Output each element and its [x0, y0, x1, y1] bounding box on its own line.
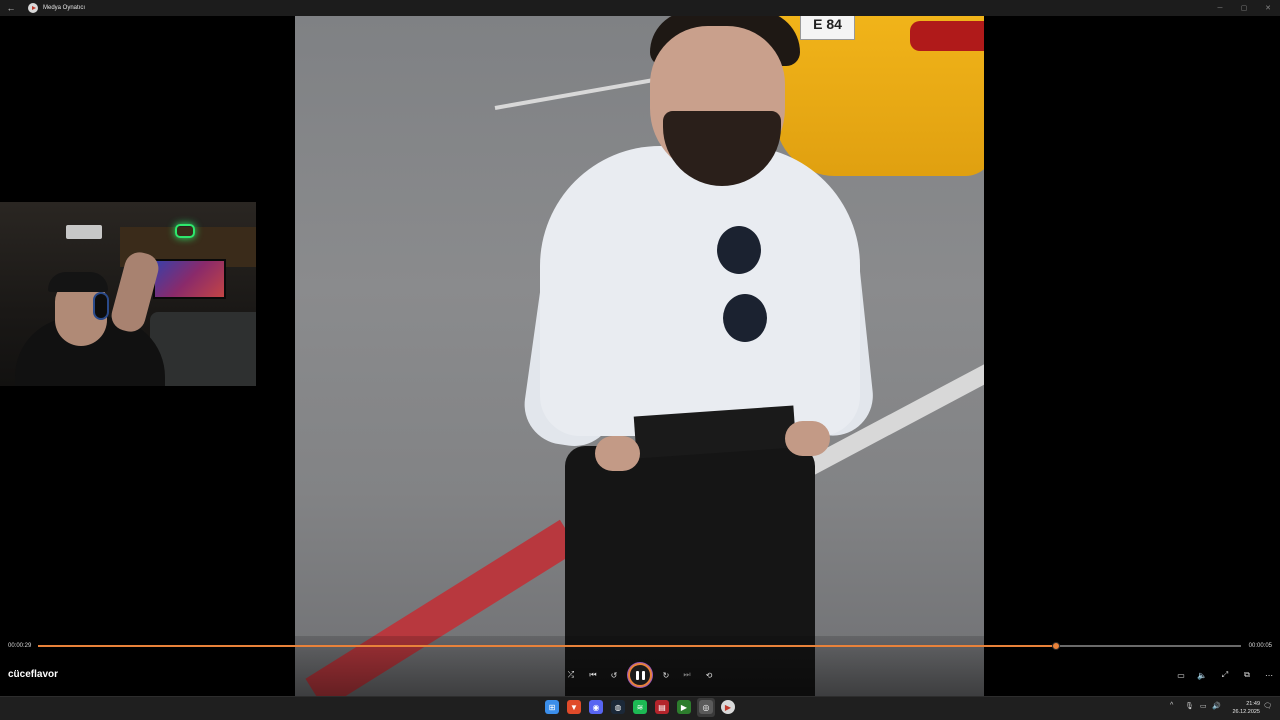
steam-icon[interactable]: ◍ [611, 700, 625, 714]
obs-icon[interactable]: ◎ [699, 700, 713, 714]
miniplayer-button[interactable]: ⧉ [1239, 667, 1255, 683]
taxi-tail-light [910, 21, 984, 51]
webcam-monitor [153, 259, 226, 299]
person-right-hand [785, 421, 830, 456]
volume-icon: 🔈 [1197, 670, 1207, 680]
minimize-button[interactable]: ─ [1208, 0, 1232, 16]
close-button[interactable]: ✕ [1256, 0, 1280, 16]
webcam-neon-controller-sign [175, 224, 195, 238]
window-controls: ─ ▢ ✕ [1208, 0, 1280, 16]
back-button[interactable]: ← [0, 0, 22, 16]
media-title: cüceflavor [8, 669, 59, 680]
forward-icon: ↻ [662, 670, 670, 680]
webcam-air-conditioner [66, 225, 102, 239]
tray-overflow-chevron[interactable]: ^ [1170, 702, 1173, 709]
next-button[interactable]: ⏭ [679, 667, 695, 683]
subtitles-button[interactable]: ▭ [1173, 667, 1189, 683]
total-time: 00:00:05 [1248, 643, 1272, 649]
seek-bar-thumb[interactable] [1051, 642, 1060, 650]
previous-icon: ⏮ [589, 670, 597, 679]
windows-start-icon[interactable]: ⊞ [545, 700, 559, 714]
media-icon[interactable]: ▶ [677, 700, 691, 714]
close-icon: ✕ [1265, 5, 1271, 12]
webcam-overlay [0, 202, 256, 386]
more-icon: ⋯ [1265, 670, 1273, 680]
rewind-icon: ↺ [610, 670, 618, 680]
subtitles-icon: ▭ [1177, 670, 1185, 680]
seek-bar[interactable] [38, 642, 1241, 650]
maximize-icon: ▢ [1240, 5, 1248, 12]
taxi-plate: E 84 [800, 16, 855, 40]
volume-button[interactable]: 🔈 [1194, 667, 1210, 683]
miniplayer-icon: ⧉ [1244, 670, 1250, 679]
next-icon: ⏭ [683, 670, 691, 679]
forward-button[interactable]: ↻ [658, 667, 674, 683]
brave-icon[interactable]: ▼ [567, 700, 581, 714]
webcam-couch [150, 312, 256, 386]
webcam-streamer-cap [48, 272, 108, 292]
road-marking [494, 74, 673, 110]
previous-button[interactable]: ⏮ [585, 667, 601, 683]
system-clock[interactable]: 21:49 26.12.2025 [1232, 700, 1260, 716]
media-player-icon[interactable]: ▶ [721, 700, 735, 714]
speaker-icon[interactable]: 🔊 [1212, 702, 1221, 710]
webcam-headset [93, 292, 109, 320]
fullscreen-button[interactable]: ⤢ [1217, 667, 1233, 683]
sunglasses-lens [717, 226, 761, 274]
network-icon[interactable]: ▭ [1200, 702, 1207, 710]
pause-icon [635, 670, 645, 680]
clock-date: 26.12.2025 [1232, 709, 1260, 715]
title-bar: ← Medya Oynatıcı ─ ▢ ✕ [0, 0, 1280, 16]
game-icon[interactable]: ▤ [655, 700, 669, 714]
clock-time: 21:49 [1246, 701, 1260, 707]
media-player-app-icon [28, 3, 38, 13]
maximize-button[interactable]: ▢ [1232, 0, 1256, 16]
back-arrow-icon: ← [6, 3, 16, 13]
seek-bar-progress [38, 645, 1056, 647]
repeat-button[interactable]: ⟲ [701, 667, 717, 683]
more-options-button[interactable]: ⋯ [1261, 667, 1277, 683]
shuffle-button[interactable]: ⤮ [563, 667, 579, 683]
rewind-button[interactable]: ↺ [606, 667, 622, 683]
notification-icon[interactable]: 🗨 [1263, 702, 1272, 710]
repeat-icon: ⟲ [705, 670, 713, 680]
person-shirt [540, 146, 860, 436]
video-frame[interactable]: E 84 [295, 16, 984, 696]
minimize-icon: ─ [1217, 4, 1223, 12]
sunglasses-lens [723, 294, 767, 342]
current-time: 00:00:29 [8, 643, 32, 649]
discord-icon[interactable]: ◉ [589, 700, 603, 714]
window-title: Medya Oynatıcı [43, 5, 86, 11]
person-left-hand [595, 436, 640, 471]
fullscreen-icon: ⤢ [1221, 670, 1229, 679]
spotify-icon[interactable]: ≋ [633, 700, 647, 714]
microphone-icon[interactable]: 🎙 [1185, 702, 1194, 710]
shuffle-icon: ⤮ [567, 670, 575, 679]
pause-button[interactable] [628, 663, 652, 687]
